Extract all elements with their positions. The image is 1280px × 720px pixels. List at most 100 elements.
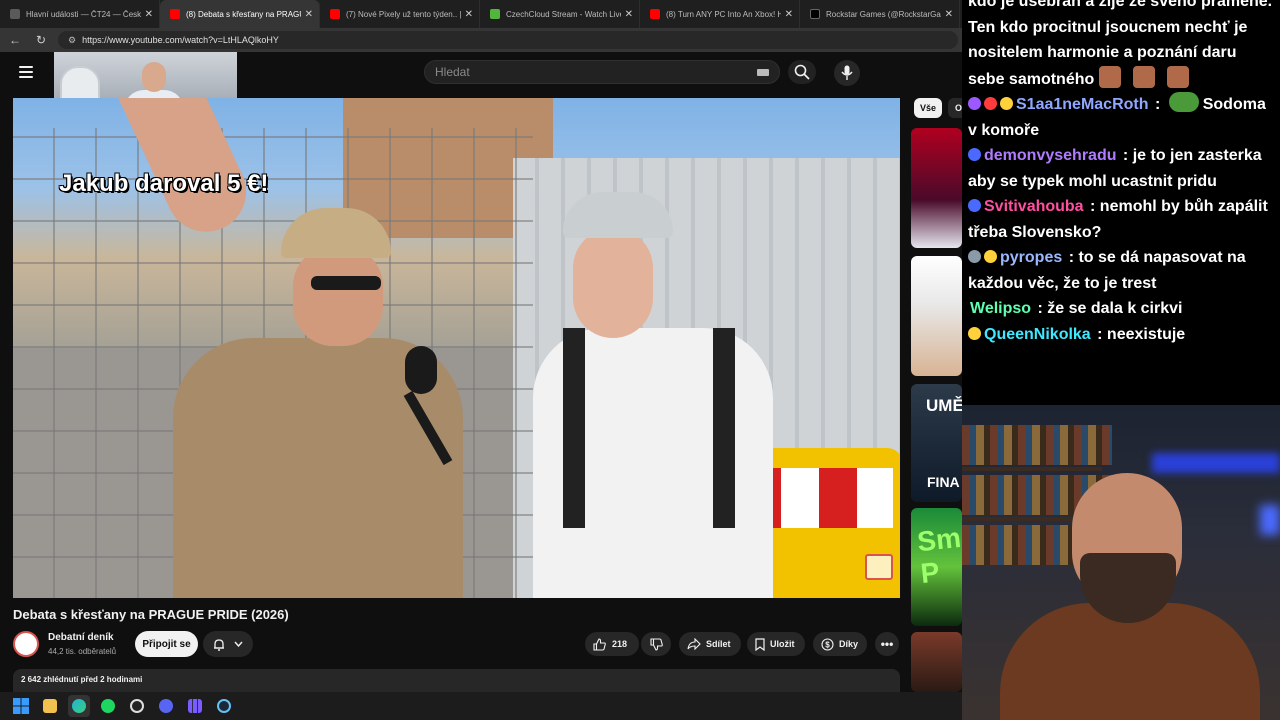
filter-chip-all[interactable]: Vše [914, 98, 942, 118]
bookmark-icon [755, 637, 765, 651]
steam-logo-icon [217, 699, 231, 713]
recommended-video-thumbnail[interactable] [911, 128, 962, 248]
grid-logo-icon [188, 699, 202, 713]
recommended-video-thumbnail[interactable]: Sm P [911, 508, 962, 626]
filter-chip-other[interactable]: O [948, 98, 962, 118]
chat-username[interactable]: Svitivahouba [984, 198, 1084, 215]
obs-icon[interactable] [126, 695, 148, 717]
chat-message: QueenNikolka : neexistuje [968, 322, 1276, 348]
chat-username[interactable]: Welipso [970, 300, 1031, 317]
channel-name[interactable]: Debatní deník [48, 632, 114, 643]
video-player[interactable]: Jakub daroval 5 €! [13, 98, 900, 598]
close-tab-icon[interactable]: ✕ [465, 9, 473, 20]
chat-badge-icon [984, 250, 997, 263]
browser-tab[interactable]: CzechCloud Stream - Watch Live o ✕ [480, 0, 640, 28]
url-text: https://www.youtube.com/watch?v=LtHLAQlk… [82, 35, 279, 45]
browser-tab[interactable]: Hlavní události — ČT24 — Česká t ✕ [0, 0, 160, 28]
obs-logo-icon [130, 699, 144, 713]
video-title: Debata s křesťany na PRAGUE PRIDE (2026) [13, 607, 289, 622]
reload-icon[interactable]: ↻ [30, 29, 52, 51]
chat-username[interactable]: pyropes [1000, 249, 1062, 266]
save-button[interactable]: Uložit [747, 632, 805, 656]
share-button[interactable]: Sdílet [679, 632, 741, 656]
chat-username[interactable]: demonvysehradu [984, 147, 1116, 164]
x-favicon-icon [810, 9, 820, 19]
youtube-favicon-icon [170, 9, 180, 19]
hamburger-menu-icon[interactable] [19, 66, 33, 78]
edge-icon[interactable] [68, 695, 90, 717]
site-info-icon[interactable]: ⚙ [68, 35, 76, 46]
steam-icon[interactable] [213, 695, 235, 717]
close-tab-icon[interactable]: ✕ [305, 9, 313, 20]
led-light [1260, 505, 1280, 535]
close-tab-icon[interactable]: ✕ [785, 9, 793, 20]
recommended-video-thumbnail[interactable] [911, 632, 962, 692]
browser-tab[interactable]: (8) Turn ANY PC Into An Xbox! Ho ✕ [640, 0, 800, 28]
frog-emote-icon [1168, 92, 1199, 112]
thumbnail-text: UMĚ [926, 396, 962, 415]
tab-label: CzechCloud Stream - Watch Live o [506, 9, 621, 19]
app-grid-icon[interactable] [184, 695, 206, 717]
led-light [1152, 453, 1280, 473]
like-button[interactable]: 218 [585, 632, 639, 656]
czechcloud-favicon-icon [490, 9, 500, 19]
chat-username[interactable]: QueenNikolka [984, 326, 1091, 343]
thanks-label: Díky [839, 639, 859, 649]
search-placeholder: Hledat [435, 65, 470, 79]
keyboard-icon[interactable] [757, 69, 769, 76]
emote-icon [1166, 65, 1189, 88]
thumbnail-text: FINA [927, 474, 960, 490]
tab-label: Hlavní události — ČT24 — Česká t [26, 9, 141, 19]
chat-username[interactable]: S1aa1neMacRoth [1016, 96, 1149, 113]
notification-bell-button[interactable] [203, 631, 253, 657]
donation-overlay-text: Jakub daroval 5 €! [59, 170, 269, 197]
chat-message: Svitivahouba : nemohl by bůh zapálit tře… [968, 198, 1268, 241]
thumbs-up-icon [593, 637, 606, 651]
chat-message: pyropes : to se dá napasovat na každou v… [968, 249, 1246, 292]
share-label: Sdílet [706, 639, 731, 649]
chat-badge-icon [968, 97, 981, 110]
chat-message: Welipso : že se dala k cirkvi [970, 300, 1183, 317]
search-icon [794, 64, 810, 80]
folder-icon [43, 699, 57, 713]
browser-tab[interactable]: (7) Nové Pixely už tento týden.. | Ř ✕ [320, 0, 480, 28]
like-count: 218 [612, 639, 628, 649]
discord-logo-icon [159, 699, 173, 713]
search-input[interactable]: Hledat [424, 60, 780, 84]
channel-watermark-icon[interactable] [865, 554, 893, 580]
voice-search-button[interactable] [834, 60, 860, 86]
chat-badge-icon [968, 326, 981, 340]
chat-message-text: že se dala k cirkvi [1047, 300, 1183, 317]
more-actions-button[interactable]: ••• [875, 632, 899, 656]
thumbs-down-icon [649, 637, 663, 651]
thumbnail-text: Sm P [915, 521, 962, 590]
join-button[interactable]: Připojit se [135, 631, 198, 657]
spotify-icon[interactable] [97, 695, 119, 717]
search-button[interactable] [788, 60, 816, 84]
bookshelf [962, 425, 1112, 465]
streamer-webcam [962, 405, 1280, 720]
chat-badge-icon [968, 199, 981, 212]
url-field[interactable]: ⚙ https://www.youtube.com/watch?v=LtHLAQl… [58, 31, 958, 49]
thanks-button[interactable]: $ Díky [813, 632, 867, 656]
video-person-right [533, 188, 783, 598]
dislike-button[interactable] [641, 632, 671, 656]
channel-avatar[interactable] [13, 631, 39, 657]
close-tab-icon[interactable]: ✕ [625, 9, 633, 20]
windows-start-icon[interactable] [10, 695, 32, 717]
browser-tab[interactable]: Rockstar Games (@RockstarGame ✕ [800, 0, 960, 28]
browser-tab-active[interactable]: (8) Debata s křesťany na PRAGUE ✕ [160, 0, 320, 28]
stream-chat: kdo je usebrán a žije ze svého pramene. … [962, 0, 1280, 405]
more-icon: ••• [880, 637, 894, 651]
close-tab-icon[interactable]: ✕ [945, 9, 953, 20]
recommended-video-thumbnail[interactable] [911, 256, 962, 376]
discord-icon[interactable] [155, 695, 177, 717]
close-tab-icon[interactable]: ✕ [145, 9, 153, 20]
back-icon[interactable]: ← [4, 29, 26, 51]
description-box[interactable]: 2 642 zhlédnutí před 2 hodinami [13, 669, 900, 692]
recommended-video-thumbnail[interactable]: UMĚ FINA [911, 384, 962, 502]
chat-badge-icon [1000, 97, 1013, 110]
youtube-page: Hledat Jakub daroval 5 €! Debata s křesť… [0, 52, 962, 692]
file-explorer-icon[interactable] [39, 695, 61, 717]
chat-badge-icon [984, 97, 997, 110]
